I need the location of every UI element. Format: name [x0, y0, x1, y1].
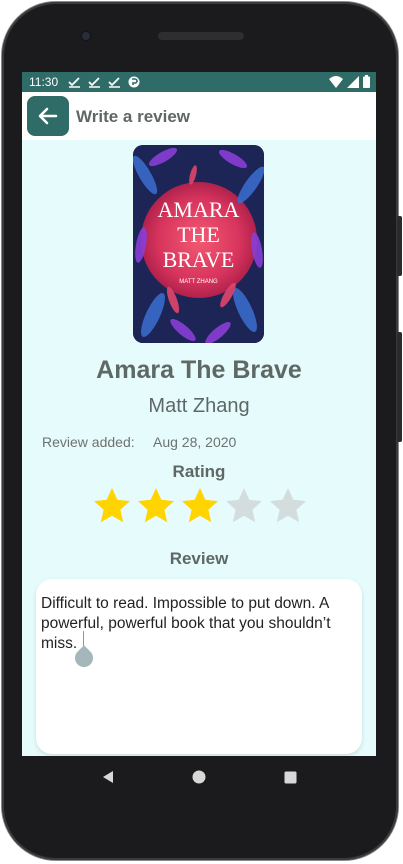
star-icon-2[interactable]	[136, 486, 176, 526]
nav-home-button[interactable]	[187, 765, 211, 789]
check-download-icon	[88, 77, 101, 88]
check-download-icon	[108, 77, 121, 88]
page-title: Write a review	[76, 107, 191, 126]
nav-back-button[interactable]	[96, 765, 120, 789]
review-label: Review	[169, 549, 229, 568]
app-bar: Write a review	[22, 92, 376, 140]
back-button[interactable]	[27, 96, 69, 136]
star-rating[interactable]	[92, 486, 308, 526]
status-right-icons	[329, 75, 370, 88]
power-button	[397, 332, 402, 442]
back-triangle-icon	[102, 771, 113, 783]
cover-title-line-1: AMARA	[158, 197, 240, 222]
nav-recents-button[interactable]	[278, 765, 302, 789]
cover-author: MATT ZHANG	[179, 279, 218, 285]
cover-artwork: AMARA THE BRAVE MATT ZHANG	[133, 145, 264, 343]
volume-button	[397, 216, 402, 276]
cover-title-line-2: THE	[177, 222, 220, 247]
system-nav-bar	[22, 756, 376, 798]
review-added-label: Review added:	[42, 434, 135, 450]
cover-title-line-3: BRAVE	[163, 247, 235, 272]
star-icon-5[interactable]	[268, 486, 308, 526]
star-icon-4[interactable]	[224, 486, 264, 526]
home-circle-icon	[192, 770, 206, 784]
app-screen: 11:30 Write a review AMARA THE BRAVE MAT…	[22, 72, 376, 756]
rating-label: Rating	[172, 462, 226, 481]
check-download-icon	[68, 77, 81, 88]
app-notification-icon	[128, 76, 140, 88]
review-text[interactable]: Difficult to read. Impossible to put dow…	[41, 594, 359, 654]
wifi-icon	[329, 75, 343, 88]
recents-square-icon	[284, 771, 297, 783]
status-time: 11:30	[29, 75, 59, 89]
notification-icons	[68, 76, 140, 88]
book-cover-image: AMARA THE BRAVE MATT ZHANG	[133, 145, 264, 343]
review-added-date: Aug 28, 2020	[153, 434, 237, 450]
status-bar: 11:30	[22, 72, 376, 92]
arrow-left-icon	[38, 107, 58, 125]
book-title: Amara The Brave	[96, 356, 302, 384]
earpiece-speaker	[158, 32, 244, 40]
book-author: Matt Zhang	[148, 395, 250, 417]
star-icon-3[interactable]	[180, 486, 220, 526]
front-camera	[80, 30, 92, 42]
signal-icon	[347, 75, 359, 88]
battery-icon	[363, 75, 370, 88]
star-icon-1[interactable]	[92, 486, 132, 526]
